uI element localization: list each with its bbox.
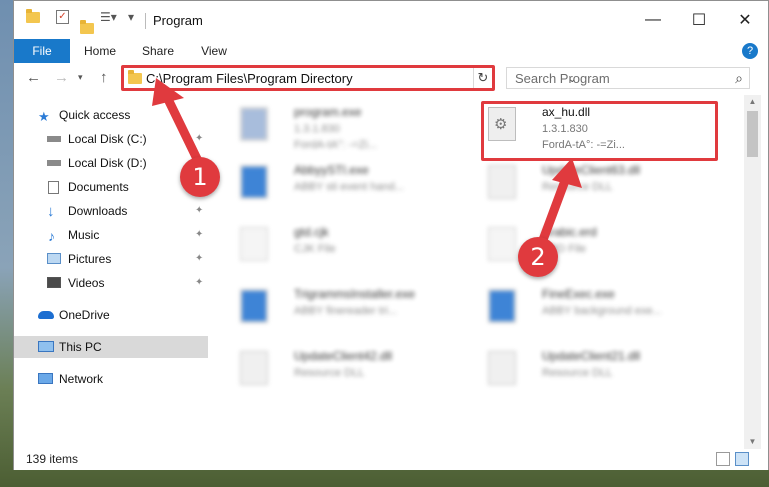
arrow-1-shaft [161,90,205,170]
step-2-badge: 2 [518,237,558,277]
annotation-arrows [152,78,582,253]
step-1-badge: 1 [180,157,220,197]
arrow-1-head [152,78,184,106]
arrow-2-head [552,158,582,188]
